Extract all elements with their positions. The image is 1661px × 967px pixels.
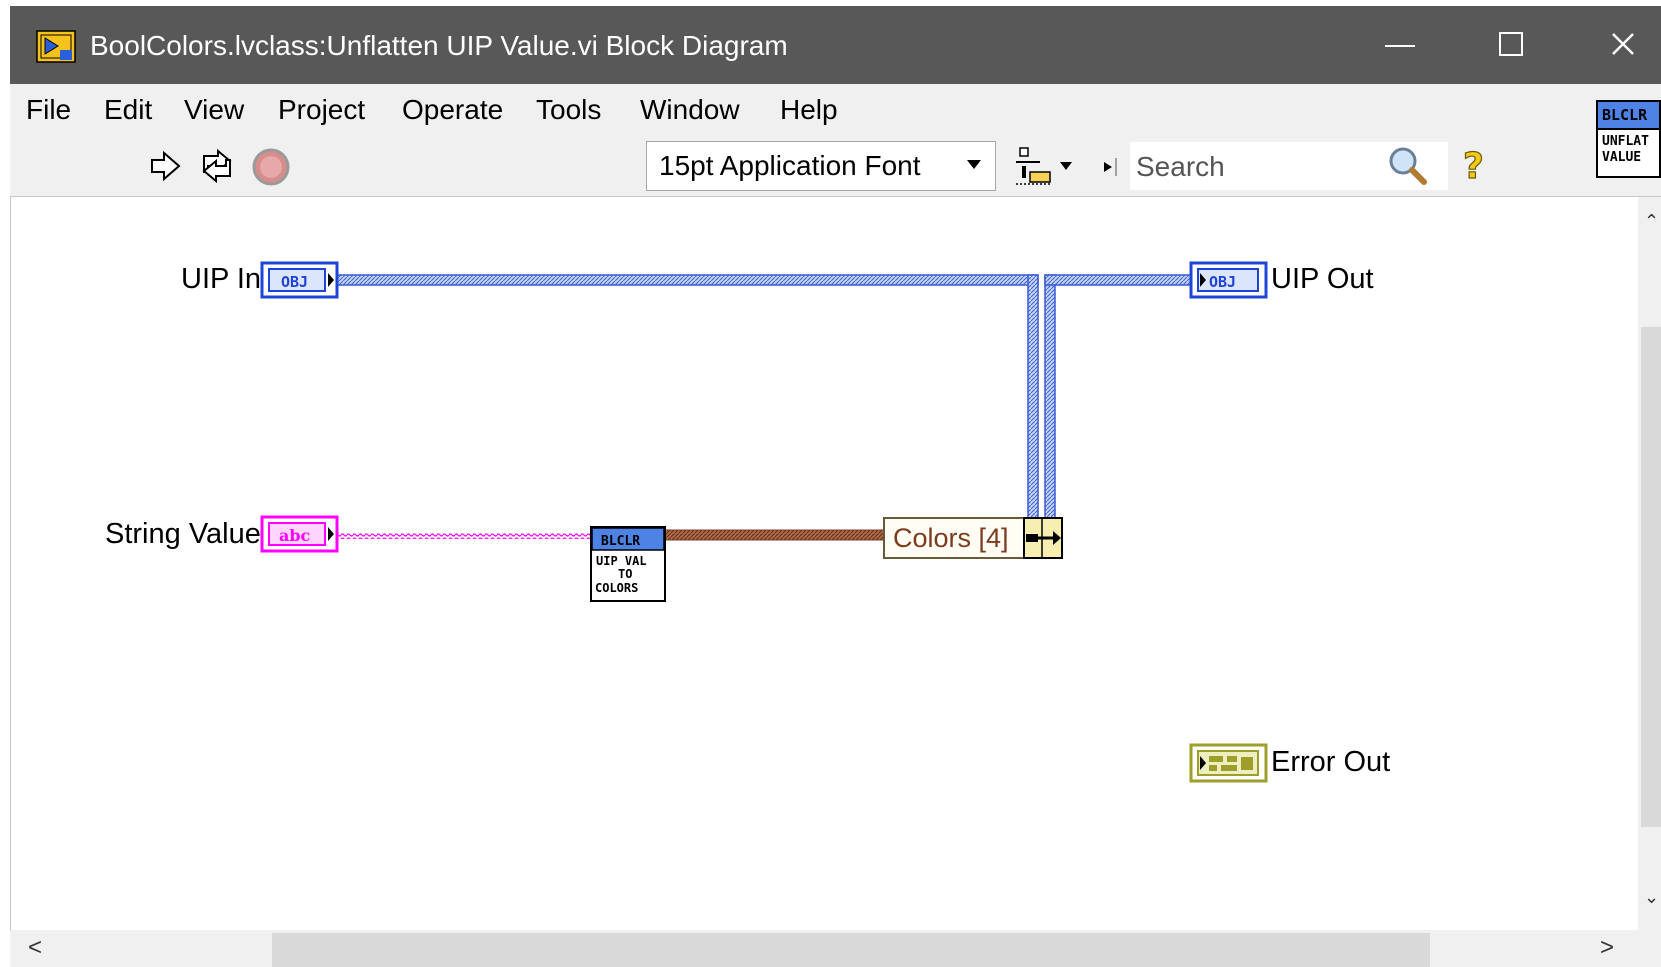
maximize-button[interactable] [1457, 6, 1567, 84]
menu-view[interactable]: View [184, 92, 244, 128]
diagram-wires: OBJ abc BLCLR UIP VAL TO COLORS Colors [… [260, 261, 1268, 783]
expand-search-icon[interactable] [1100, 156, 1120, 178]
toolbar: 15pt Application Font ? [10, 136, 1661, 197]
string-value-terminal[interactable]: abc [260, 515, 339, 553]
menu-bar: File Edit View Project Operate Tools Win… [10, 84, 1661, 136]
vi-icon-body: UNFLAT VALUE [1602, 134, 1649, 165]
menu-project[interactable]: Project [278, 92, 365, 128]
vertical-scrollbar[interactable]: ⌃ ⌄ [1638, 197, 1661, 930]
search-input[interactable] [1134, 146, 1378, 188]
run-arrow-icon[interactable] [148, 150, 182, 182]
block-diagram-canvas[interactable]: OBJ abc BLCLR UIP VAL TO COLORS Colors [… [10, 197, 1639, 930]
title-bar: BoolColors.lvclass:Unflatten UIP Value.v… [10, 6, 1661, 84]
menu-file[interactable]: File [26, 92, 71, 128]
horizontal-scrollbar[interactable]: < > [10, 930, 1638, 967]
uip-in-terminal[interactable]: OBJ [260, 261, 339, 299]
font-select[interactable]: 15pt Application Font [646, 141, 996, 191]
vertical-scroll-thumb[interactable] [1641, 327, 1661, 827]
object-wire-in[interactable] [335, 274, 1039, 524]
menu-operate[interactable]: Operate [402, 92, 503, 128]
scroll-down-icon[interactable]: ⌄ [1644, 887, 1659, 908]
run-continuously-icon[interactable] [194, 148, 240, 184]
horizontal-scroll-thumb[interactable] [272, 933, 1430, 967]
uip-val-to-colors-subvi[interactable]: BLCLR UIP VAL TO COLORS [590, 526, 666, 602]
abort-execution-icon[interactable] [251, 147, 291, 187]
error-out-terminal[interactable] [1189, 743, 1268, 783]
uip-in-terminal-text: OBJ [281, 273, 308, 291]
minimize-icon [1385, 45, 1415, 47]
maximize-icon [1499, 32, 1523, 56]
menu-help[interactable]: Help [780, 92, 838, 128]
error-out-label: Error Out [1271, 746, 1391, 778]
subvi-header-text: BLCLR [601, 534, 640, 549]
close-icon [1612, 33, 1634, 55]
help-glyph: ? [1463, 146, 1484, 187]
scroll-right-icon[interactable]: > [1600, 934, 1614, 962]
search-icon[interactable] [1386, 144, 1430, 188]
string-wire[interactable] [336, 533, 591, 539]
menu-window[interactable]: Window [640, 92, 740, 128]
vi-icon-header: BLCLR [1598, 102, 1659, 130]
minimize-button[interactable] [1345, 6, 1455, 84]
menu-edit[interactable]: Edit [104, 92, 152, 128]
object-wire-out[interactable] [1044, 274, 1196, 524]
scroll-left-icon[interactable]: < [28, 934, 42, 962]
uip-in-label: UIP In [181, 263, 262, 295]
help-icon[interactable]: ? [1460, 144, 1490, 188]
uip-out-label: UIP Out [1271, 263, 1374, 295]
resize-grip[interactable] [1638, 930, 1661, 967]
string-value-label: String Value [105, 518, 261, 550]
scroll-up-icon[interactable]: ⌃ [1644, 211, 1659, 232]
uip-out-terminal[interactable]: OBJ [1189, 261, 1268, 299]
window-title: BoolColors.lvclass:Unflatten UIP Value.v… [90, 30, 788, 61]
menu-tools[interactable]: Tools [536, 92, 601, 128]
close-button[interactable] [1567, 6, 1661, 84]
font-select-value: 15pt Application Font [659, 150, 921, 181]
colors-property-node[interactable]: Colors [4] [883, 517, 1063, 559]
string-value-terminal-text: abc [279, 526, 311, 545]
uip-out-terminal-text: OBJ [1209, 273, 1236, 291]
cluster-wire[interactable] [664, 529, 886, 541]
labview-vi-icon [36, 30, 76, 63]
property-node-label: Colors [4] [893, 523, 1009, 553]
vi-icon[interactable]: BLCLR UNFLAT VALUE [1596, 100, 1661, 178]
align-objects-icon[interactable] [1014, 146, 1076, 188]
chevron-down-icon [967, 160, 981, 169]
